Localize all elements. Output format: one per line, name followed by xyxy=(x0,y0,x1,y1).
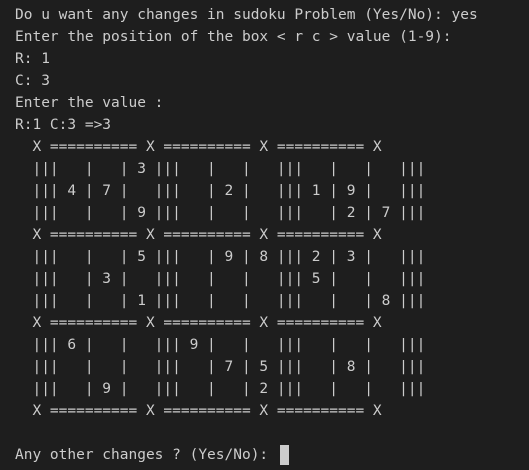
grid-separator-line: X ========== X ========== X ========== X xyxy=(15,139,382,155)
input-prompt-line[interactable]: Any other changes ? (Yes/No): xyxy=(15,444,529,466)
prompt-position-line: Enter the position of the box < r c > va… xyxy=(15,29,452,45)
grid-separator-line: X ========== X ========== X ========== X xyxy=(15,227,382,243)
prompt-changes-line: Do u want any changes in sudoku Problem … xyxy=(15,7,478,23)
grid-separator-line: X ========== X ========== X ========== X xyxy=(15,315,382,331)
prompt-other-changes: Any other changes ? (Yes/No): xyxy=(15,447,277,463)
grid-row-4: ||| | | 5 ||| | 9 | 8 ||| 2 | 3 | ||| xyxy=(15,249,426,265)
grid-row-2: ||| 4 | 7 | ||| | 2 | ||| 1 | 9 | ||| xyxy=(15,183,426,199)
grid-row-7: ||| 6 | | ||| 9 | | ||| | | ||| xyxy=(15,337,426,353)
column-input-line: C: 3 xyxy=(15,73,50,89)
grid-row-9: ||| | 9 | ||| | | 2 ||| | | ||| xyxy=(15,381,426,397)
grid-row-8: ||| | | ||| | 7 | 5 ||| | 8 | ||| xyxy=(15,359,426,375)
text-cursor[interactable] xyxy=(279,445,289,465)
grid-row-5: ||| | 3 | ||| | | ||| 5 | | ||| xyxy=(15,271,426,287)
grid-row-6: ||| | | 1 ||| | | ||| | | 8 ||| xyxy=(15,293,426,309)
terminal-output: Do u want any changes in sudoku Problem … xyxy=(0,0,529,470)
row-input-line: R: 1 xyxy=(15,51,50,67)
grid-row-3: ||| | | 9 ||| | | ||| | 2 | 7 ||| xyxy=(15,205,426,221)
prompt-value-line: Enter the value : xyxy=(15,95,164,111)
grid-row-1: ||| | | 3 ||| | | ||| | | ||| xyxy=(15,161,426,177)
grid-separator-line: X ========== X ========== X ========== X xyxy=(15,403,382,419)
entered-value-line: R:1 C:3 =>3 xyxy=(15,117,112,133)
